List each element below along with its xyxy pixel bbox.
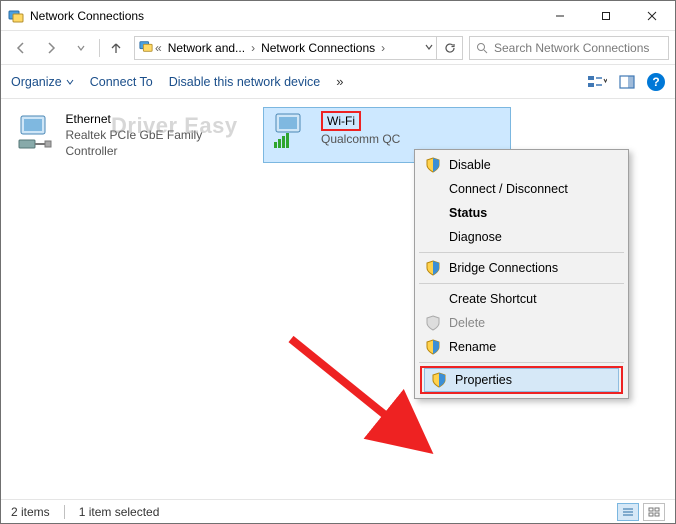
connect-to-button[interactable]: Connect To — [90, 75, 153, 89]
app-icon — [8, 8, 24, 24]
ctx-connect-disconnect[interactable]: Connect / Disconnect — [417, 177, 626, 201]
shield-icon — [425, 260, 441, 276]
ctx-create-shortcut[interactable]: Create Shortcut — [417, 287, 626, 311]
blank-icon — [425, 205, 441, 221]
ctx-disable[interactable]: Disable — [417, 153, 626, 177]
window-title: Network Connections — [30, 9, 537, 23]
address-bar[interactable]: « Network and... › Network Connections › — [134, 36, 463, 60]
disable-device-button[interactable]: Disable this network device — [169, 75, 320, 89]
connection-item-ethernet[interactable]: Ethernet Realtek PCIe GbE Family Control… — [9, 107, 257, 163]
maximize-button[interactable] — [583, 1, 629, 30]
ctx-properties[interactable]: Properties — [424, 368, 619, 392]
up-button[interactable] — [104, 36, 128, 60]
forward-button[interactable] — [37, 36, 65, 60]
search-placeholder: Search Network Connections — [494, 41, 649, 55]
connection-name: Wi-Fi — [321, 111, 400, 131]
chevron-icon[interactable]: › — [249, 41, 257, 55]
search-box[interactable]: Search Network Connections — [469, 36, 669, 60]
toolbar: Organize Connect To Disable this network… — [1, 65, 675, 99]
refresh-button[interactable] — [436, 37, 462, 59]
context-menu: Disable Connect / Disconnect Status Diag… — [414, 149, 629, 399]
connection-adapter: Qualcomm QC — [321, 131, 400, 147]
search-icon — [476, 42, 488, 54]
shield-icon — [425, 315, 441, 331]
ctx-delete: Delete — [417, 311, 626, 335]
shield-icon — [431, 372, 447, 388]
status-selection-count: 1 item selected — [79, 505, 160, 519]
view-options-button[interactable] — [587, 74, 607, 90]
minimize-button[interactable] — [537, 1, 583, 30]
organize-menu[interactable]: Organize — [11, 75, 74, 89]
connection-adapter: Realtek PCIe GbE Family Controller — [66, 127, 252, 159]
status-bar: 2 items 1 item selected — [1, 499, 675, 523]
address-icon — [139, 39, 153, 56]
chevron-down-icon — [66, 78, 74, 86]
ethernet-icon — [15, 111, 58, 153]
ctx-bridge[interactable]: Bridge Connections — [417, 256, 626, 280]
close-button[interactable] — [629, 1, 675, 30]
ctx-diagnose[interactable]: Diagnose — [417, 225, 626, 249]
preview-pane-button[interactable] — [619, 75, 635, 89]
titlebar: Network Connections — [1, 1, 675, 31]
content-area: Driver Easy Ethernet Realtek PCIe G — [1, 99, 675, 501]
blank-icon — [425, 229, 441, 245]
ctx-rename[interactable]: Rename — [417, 335, 626, 359]
history-dropdown-icon[interactable] — [422, 41, 436, 55]
menu-separator — [419, 283, 624, 284]
nav-separator — [99, 39, 100, 57]
shield-icon — [425, 157, 441, 173]
window-controls — [537, 1, 675, 30]
status-item-count: 2 items — [11, 505, 50, 519]
chevron-icon[interactable]: › — [379, 41, 387, 55]
back-button[interactable] — [7, 36, 35, 60]
highlight-properties: Properties — [420, 366, 623, 394]
window-network-connections: Network Connections « Network and... › N… — [0, 0, 676, 524]
help-button[interactable]: ? — [647, 73, 665, 91]
menu-separator — [419, 252, 624, 253]
ctx-status[interactable]: Status — [417, 201, 626, 225]
wifi-icon — [269, 111, 313, 153]
status-separator — [64, 505, 65, 519]
navbar: « Network and... › Network Connections ›… — [1, 31, 675, 65]
more-tools-button[interactable]: » — [336, 74, 344, 89]
blank-icon — [425, 291, 441, 307]
chevron-icon: « — [153, 41, 164, 55]
connection-name: Ethernet — [66, 111, 252, 127]
shield-icon — [425, 339, 441, 355]
breadcrumb-seg2[interactable]: Network Connections — [257, 41, 379, 55]
recent-dropdown[interactable] — [67, 36, 95, 60]
breadcrumb-seg1[interactable]: Network and... — [164, 41, 249, 55]
menu-separator — [419, 362, 624, 363]
details-view-button[interactable] — [617, 503, 639, 521]
blank-icon — [425, 181, 441, 197]
large-icons-view-button[interactable] — [643, 503, 665, 521]
